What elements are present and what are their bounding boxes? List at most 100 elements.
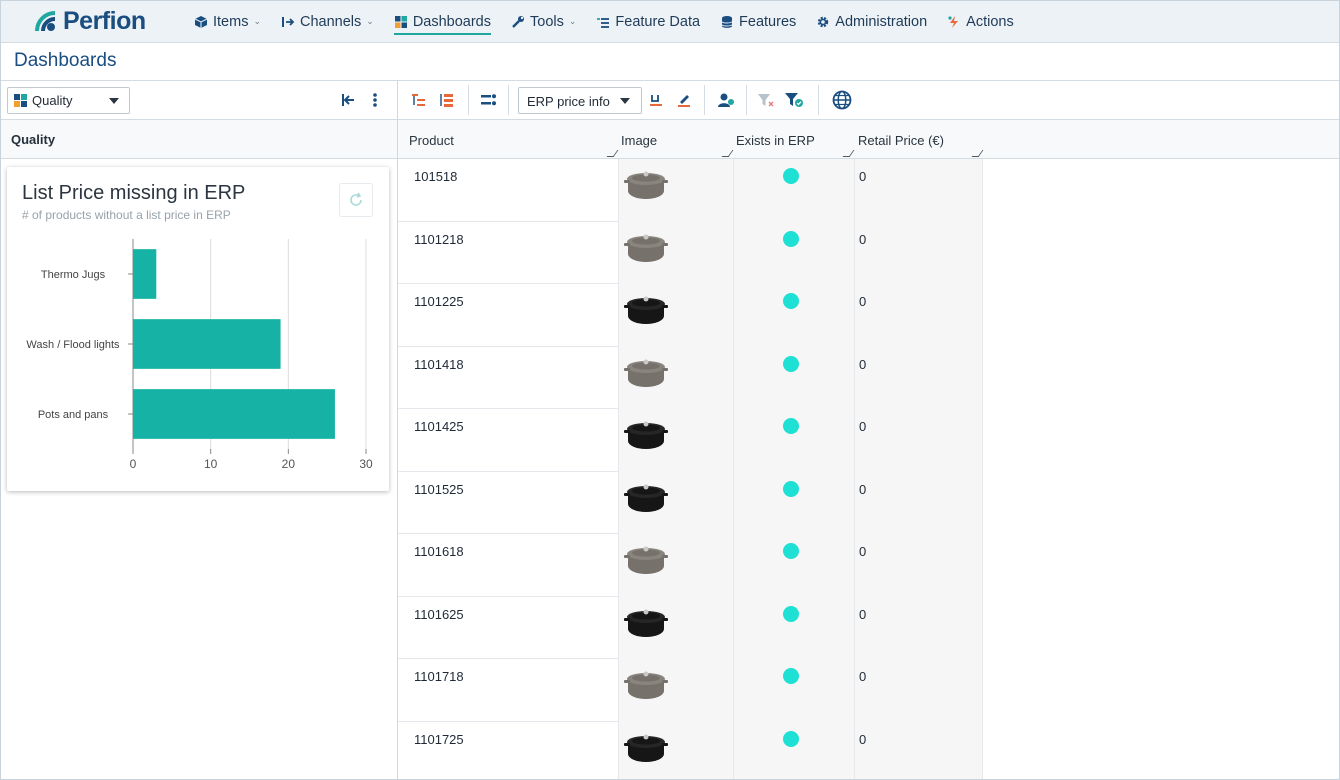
cell-exists-in-erp[interactable] [733,284,854,347]
toolbar-separator [468,85,469,115]
cell-image[interactable] [618,534,733,597]
collapse-panel-icon[interactable] [339,91,357,109]
more-options-icon[interactable] [366,91,384,109]
wrench-icon [511,15,525,29]
nav-item-administration[interactable]: Administration [806,1,937,43]
table-row[interactable]: 1101425 0 [398,409,983,472]
cell-retail-price[interactable]: 0 [854,659,983,722]
product-image [623,292,669,329]
channel-arrow-icon [281,15,295,29]
cell-image[interactable] [618,659,733,722]
nav-item-items[interactable]: Items ⌄ [184,1,271,43]
cell-exists-in-erp[interactable] [733,534,854,597]
table-row[interactable]: 1101725 0 [398,721,983,780]
nav-item-label: Actions [966,13,1014,30]
cell-image[interactable] [618,596,733,659]
product-id: 1101725 [414,731,464,747]
nav-item-channels[interactable]: Channels ⌄ [271,1,384,43]
nav-item-tools[interactable]: Tools ⌄ [501,1,586,43]
category-label: Pots and pans [38,409,109,421]
column-header-exists-in-erp[interactable]: Exists in ERP [725,120,855,159]
cell-image[interactable] [618,409,733,472]
bar-chart: 0 10 20 30 Thermo Jugs Wash / Flood lights Pot… [26,239,373,471]
cell-retail-price[interactable]: 0 [854,159,983,222]
table-row[interactable]: 1101618 0 [398,534,983,597]
status-dot [783,480,799,497]
table-row[interactable]: 1101218 0 [398,221,983,285]
cell-exists-in-erp[interactable] [733,221,854,284]
cell-product[interactable]: 1101625 [398,597,618,660]
dashboard-toolbar: Quality [1,81,397,120]
cell-exists-in-erp[interactable] [733,659,854,722]
product-id: 1101625 [414,606,464,622]
database-icon [720,15,734,29]
product-image [623,230,669,267]
cell-image[interactable] [618,346,733,409]
table-row[interactable]: 1101525 0 [398,471,983,535]
retail-price-value: 0 [859,544,867,559]
apply-filter-icon[interactable] [784,90,804,110]
x-tick-label: 30 [359,457,373,471]
cell-image[interactable] [618,159,733,222]
columns-config-icon[interactable] [479,90,499,110]
retail-price-value: 0 [859,481,867,497]
column-header-image[interactable]: Image [610,120,734,159]
product-image [623,480,669,517]
clear-filter-icon[interactable] [756,90,776,110]
nav-item-feature-data[interactable]: Feature Data [586,1,710,43]
tree-view-icon[interactable] [409,90,429,110]
view-select-value: ERP price info [527,94,610,109]
table-row[interactable]: 1101418 0 [398,346,983,410]
cell-product[interactable]: 1101718 [398,659,618,722]
cell-product[interactable]: 1101418 [398,347,618,410]
language-globe-icon[interactable] [832,90,852,110]
cell-retail-price[interactable]: 0 [854,471,983,534]
cell-product[interactable]: 1101525 [398,472,618,535]
cell-exists-in-erp[interactable] [733,159,854,222]
cell-image[interactable] [618,284,733,347]
cell-product[interactable]: 1101218 [398,222,618,285]
nav-item-actions[interactable]: Actions [937,1,1024,43]
cell-product[interactable]: 1101618 [398,534,618,597]
column-header-retail-price[interactable]: Retail Price (€) [847,120,984,159]
cell-retail-price[interactable]: 0 [854,596,983,659]
dashboard-select[interactable]: Quality [7,87,130,114]
cell-retail-price[interactable]: 0 [854,409,983,472]
edit-view-icon[interactable] [674,90,694,110]
save-view-icon[interactable] [646,90,666,110]
bar [133,389,335,439]
cell-image[interactable] [618,471,733,534]
cell-exists-in-erp[interactable] [733,409,854,472]
user-settings-icon[interactable] [716,90,736,110]
nav-item-features[interactable]: Features [710,1,806,43]
cell-retail-price[interactable]: 0 [854,721,983,779]
product-image [623,667,669,704]
column-resize-handle[interactable] [971,150,984,157]
cell-image[interactable] [618,721,733,779]
perfion-logo[interactable]: Perfion [33,7,168,36]
dropdown-caret-icon [109,98,119,104]
nav-item-dashboards[interactable]: Dashboards [384,1,501,43]
cell-exists-in-erp[interactable] [733,721,854,779]
list-tree-icon[interactable] [437,90,457,110]
table-row[interactable]: 1101225 0 [398,284,983,347]
cell-exists-in-erp[interactable] [733,471,854,534]
cell-product[interactable]: 1101425 [398,409,618,472]
cell-retail-price[interactable]: 0 [854,534,983,597]
view-select[interactable]: ERP price info [518,87,642,114]
cell-retail-price[interactable]: 0 [854,221,983,284]
column-header-product[interactable]: Product [398,120,619,159]
cell-image[interactable] [618,221,733,284]
cell-exists-in-erp[interactable] [733,596,854,659]
cell-retail-price[interactable]: 0 [854,284,983,347]
cell-product[interactable]: 101518 [398,159,618,222]
table-row[interactable]: 1101625 0 [398,596,983,660]
x-tick-label: 10 [204,457,218,471]
cell-product[interactable]: 1101725 [398,722,618,780]
table-row[interactable]: 101518 0 [398,159,983,222]
cell-product[interactable]: 1101225 [398,284,618,347]
table-row[interactable]: 1101718 0 [398,659,983,722]
cell-retail-price[interactable]: 0 [854,346,983,409]
dashboard-section-header: Quality [1,120,397,159]
cell-exists-in-erp[interactable] [733,346,854,409]
